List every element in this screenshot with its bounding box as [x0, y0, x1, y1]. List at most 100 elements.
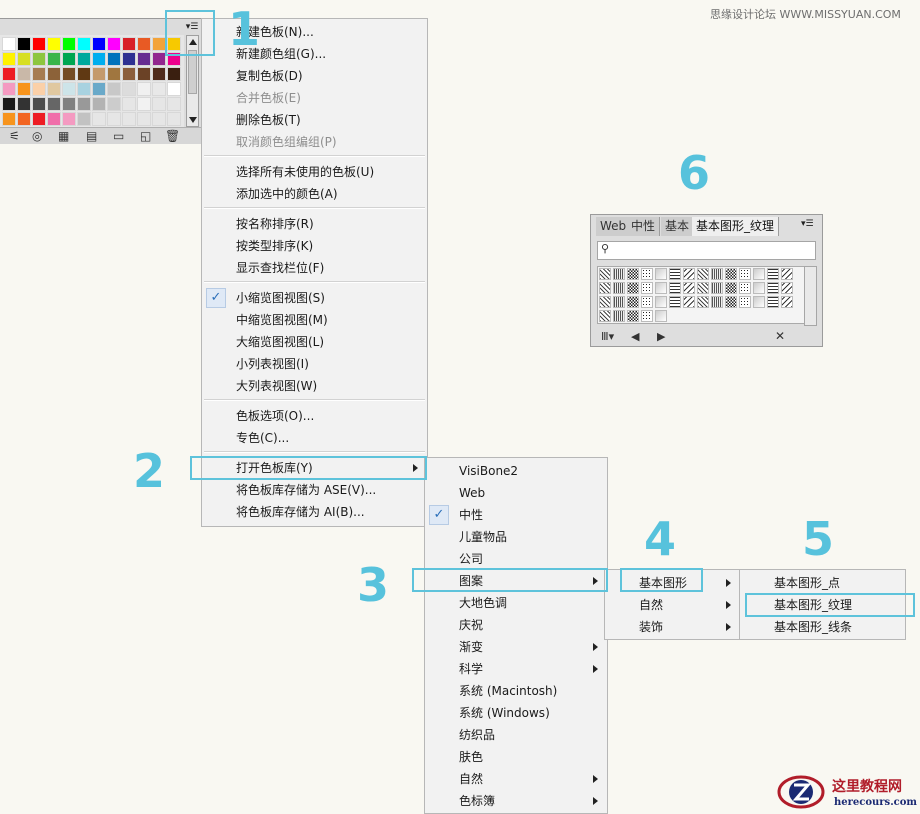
menu-item[interactable]: 按类型排序(K)	[202, 235, 427, 257]
pattern-swatch[interactable]	[655, 268, 667, 280]
swatch[interactable]	[17, 67, 31, 81]
library-menu-icon[interactable]: Ⅲ▾	[601, 330, 614, 343]
panel-menu-icon[interactable]: ▾☰	[801, 219, 814, 229]
pattern-swatch[interactable]	[725, 282, 737, 294]
pattern-swatch[interactable]	[753, 282, 765, 294]
folder-icon[interactable]: ▭	[113, 129, 124, 143]
pattern-swatch[interactable]	[781, 296, 793, 308]
show-kinds-icon[interactable]: ◎	[32, 129, 42, 143]
delete-swatch-icon[interactable]: 🗑	[165, 129, 180, 143]
menu-item[interactable]: 系统 (Macintosh)	[425, 680, 607, 702]
pattern-swatch[interactable]	[711, 296, 723, 308]
previous-library-icon[interactable]: ◀	[631, 330, 639, 343]
menu-item[interactable]: Web	[425, 482, 607, 504]
swatch[interactable]	[17, 97, 31, 111]
swatch[interactable]	[77, 97, 91, 111]
swatch[interactable]	[167, 67, 181, 81]
pattern-swatch[interactable]	[739, 296, 751, 308]
menu-item[interactable]: 庆祝	[425, 614, 607, 636]
menu-item[interactable]: VisiBone2	[425, 460, 607, 482]
pattern-swatch[interactable]	[767, 268, 779, 280]
swatch[interactable]	[32, 37, 46, 51]
search-input[interactable]: ⚲	[597, 241, 816, 260]
pattern-swatch[interactable]	[655, 282, 667, 294]
swatch-options-icon[interactable]: ▦	[58, 129, 69, 143]
pattern-swatch[interactable]	[655, 310, 667, 322]
swatch[interactable]	[107, 67, 121, 81]
menu-item[interactable]: 专色(C)...	[202, 427, 427, 449]
pattern-swatch[interactable]	[697, 296, 709, 308]
swatch[interactable]	[107, 82, 121, 96]
swatch[interactable]	[62, 67, 76, 81]
menu-item[interactable]: 大地色调	[425, 592, 607, 614]
pattern-swatch[interactable]	[641, 268, 653, 280]
menu-item[interactable]: ✓ 中性	[425, 504, 607, 526]
swatch[interactable]	[47, 52, 61, 66]
menu-item[interactable]: 儿童物品	[425, 526, 607, 548]
pattern-swatch[interactable]	[613, 310, 625, 322]
swatch[interactable]	[32, 52, 46, 66]
menu-item[interactable]: 纺织品	[425, 724, 607, 746]
swatch[interactable]	[152, 97, 166, 111]
swatch[interactable]	[122, 37, 136, 51]
pattern-swatch[interactable]	[697, 268, 709, 280]
pattern-swatch[interactable]	[641, 282, 653, 294]
tab-basic[interactable]: 基本	[661, 217, 695, 236]
swatch[interactable]	[92, 82, 106, 96]
pattern-swatch[interactable]	[697, 282, 709, 294]
swatch[interactable]	[47, 67, 61, 81]
pattern-swatch[interactable]	[683, 282, 695, 294]
menu-item[interactable]: 渐变	[425, 636, 607, 658]
pattern-swatch[interactable]	[613, 268, 625, 280]
pattern-swatch[interactable]	[613, 282, 625, 294]
swatch[interactable]	[32, 112, 46, 126]
swatch[interactable]	[17, 52, 31, 66]
swatch[interactable]	[92, 112, 106, 126]
pattern-swatch[interactable]	[627, 310, 639, 322]
pattern-swatch[interactable]	[627, 268, 639, 280]
new-color-group-icon[interactable]: ▤	[86, 129, 97, 143]
swatch[interactable]	[122, 112, 136, 126]
new-swatch-icon[interactable]: ◱	[140, 129, 151, 143]
swatch[interactable]	[107, 97, 121, 111]
swatch[interactable]	[47, 97, 61, 111]
next-library-icon[interactable]: ▶	[657, 330, 665, 343]
tab-basic-texture[interactable]: 基本图形_纹理	[692, 217, 780, 236]
swatch[interactable]	[137, 82, 151, 96]
swatch[interactable]	[47, 37, 61, 51]
pattern-swatch[interactable]	[711, 282, 723, 294]
pattern-swatch[interactable]	[599, 268, 611, 280]
pattern-swatch[interactable]	[655, 296, 667, 308]
swatch[interactable]	[167, 82, 181, 96]
pattern-swatch[interactable]	[753, 268, 765, 280]
swatch[interactable]	[107, 52, 121, 66]
menu-item[interactable]: 自然	[605, 594, 740, 616]
menu-item[interactable]: 小列表视图(I)	[202, 353, 427, 375]
pattern-swatch[interactable]	[739, 268, 751, 280]
swatch[interactable]	[62, 97, 76, 111]
menu-item[interactable]: 装饰	[605, 616, 740, 638]
swatch[interactable]	[152, 112, 166, 126]
pattern-swatch[interactable]	[683, 268, 695, 280]
swatch[interactable]	[62, 37, 76, 51]
pattern-swatch[interactable]	[725, 296, 737, 308]
pattern-swatch[interactable]	[599, 296, 611, 308]
menu-item[interactable]: ✓ 小缩览图视图(S)	[202, 287, 427, 309]
menu-item[interactable]: 基本图形_线条	[740, 616, 905, 638]
swatch[interactable]	[92, 67, 106, 81]
library-icon[interactable]: ⚟	[9, 129, 20, 143]
swatch[interactable]	[92, 37, 106, 51]
swatch[interactable]	[137, 97, 151, 111]
swatch[interactable]	[17, 82, 31, 96]
pattern-swatch[interactable]	[767, 282, 779, 294]
swatch[interactable]	[152, 67, 166, 81]
swatch[interactable]	[107, 37, 121, 51]
swatch[interactable]	[32, 97, 46, 111]
close-library-icon[interactable]: ✕	[775, 329, 785, 343]
vertical-scrollbar[interactable]	[804, 266, 817, 326]
menu-item[interactable]: 中缩览图视图(M)	[202, 309, 427, 331]
scroll-thumb[interactable]	[188, 50, 197, 94]
menu-item[interactable]: 显示查找栏位(F)	[202, 257, 427, 279]
menu-item[interactable]: 色标簿	[425, 790, 607, 812]
menu-item[interactable]: 删除色板(T)	[202, 109, 427, 131]
